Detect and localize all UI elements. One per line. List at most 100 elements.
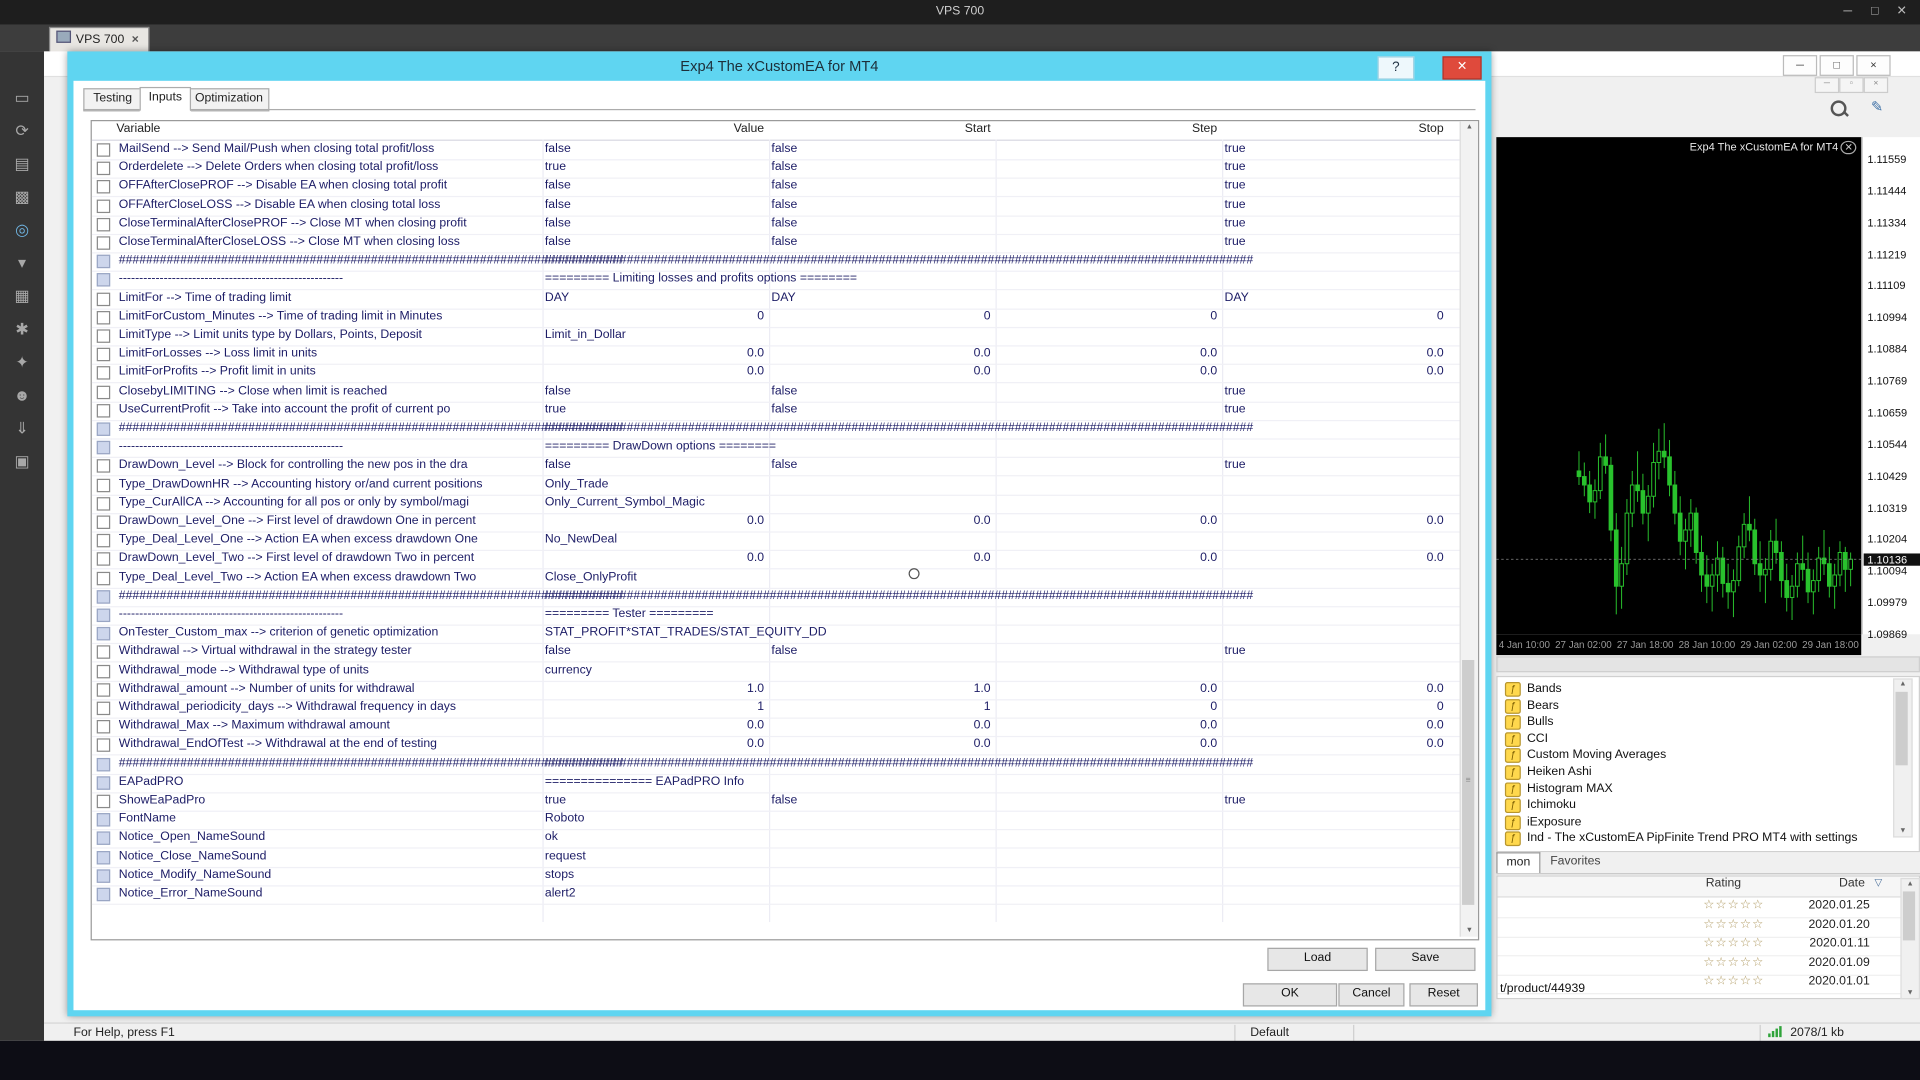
param-row[interactable]: LimitForCustom_Minutes --> Time of tradi… — [91, 308, 1461, 328]
param-row[interactable]: LimitType --> Limit units type by Dollar… — [91, 327, 1461, 347]
market-scrollbar[interactable]: ▲ ▼ — [1900, 877, 1920, 1000]
rating-row[interactable]: ☆☆☆☆☆ 2020.01.11 — [1497, 937, 1902, 957]
rating-row[interactable]: ☆☆☆☆☆ 2020.01.09 — [1497, 956, 1902, 976]
sort-icon[interactable]: ▽ — [1875, 877, 1883, 888]
param-row[interactable]: Withdrawal_amount --> Number of units fo… — [91, 681, 1461, 701]
param-checkbox[interactable] — [96, 496, 111, 511]
param-row[interactable]: MailSend --> Send Mail/Push when closing… — [91, 141, 1461, 161]
gear-icon[interactable]: ✱ — [10, 317, 34, 341]
ok-button[interactable]: OK — [1242, 983, 1338, 1007]
navigator-item[interactable]: ƒ Heiken Ashi — [1504, 765, 1592, 782]
param-checkbox[interactable] — [96, 776, 111, 790]
briefcase-icon[interactable]: ▣ — [10, 449, 34, 473]
param-row[interactable]: ########################################… — [91, 755, 1461, 775]
param-row[interactable]: Withdrawal_EndOfTest --> Withdrawal at t… — [91, 736, 1461, 756]
param-row[interactable]: LimitForLosses --> Loss limit in units 0.… — [91, 346, 1461, 366]
navigator-item[interactable]: ƒ Histogram MAX — [1504, 781, 1613, 799]
clipboard-icon[interactable]: ▤ — [10, 152, 34, 176]
monitor-icon[interactable]: ▭ — [10, 86, 34, 110]
param-checkbox[interactable] — [96, 831, 111, 846]
param-row[interactable]: LimitForProfits --> Profit limit in unit… — [91, 364, 1461, 384]
param-row[interactable]: ----------------------------------------… — [91, 606, 1461, 626]
param-checkbox[interactable] — [96, 441, 111, 455]
scroll-thumb[interactable] — [1902, 891, 1916, 941]
param-checkbox[interactable] — [96, 161, 111, 176]
param-row[interactable]: ########################################… — [91, 420, 1461, 440]
calculator-icon[interactable]: ▦ — [10, 284, 34, 308]
param-checkbox[interactable] — [96, 199, 111, 213]
column-stop[interactable]: Stop — [1224, 122, 1443, 135]
param-checkbox[interactable] — [96, 292, 111, 306]
param-row[interactable]: Type_DrawDownHR --> Accounting history o… — [91, 476, 1461, 496]
param-checkbox[interactable] — [96, 813, 111, 827]
remote-close-button[interactable]: ✕ — [1888, 4, 1915, 21]
param-row[interactable]: Type_Deal_Level_Two --> Action EA when e… — [91, 569, 1461, 589]
param-checkbox[interactable] — [96, 571, 111, 585]
param-row[interactable]: Notice_Open_NameSound ok — [91, 829, 1461, 850]
grid-scrollbar[interactable]: ▲ ≡ ▼ — [1459, 121, 1478, 937]
param-row[interactable]: Withdrawal_periodicity_days --> Withdraw… — [91, 699, 1461, 719]
param-checkbox[interactable] — [96, 720, 111, 734]
chart-restore-button[interactable]: ▫ — [1839, 77, 1864, 94]
param-row[interactable]: DrawDown_Level_One --> First level of dr… — [91, 513, 1461, 533]
param-checkbox[interactable] — [96, 217, 111, 232]
search-icon[interactable] — [1830, 100, 1847, 117]
param-row[interactable]: ########################################… — [91, 252, 1461, 273]
column-date[interactable]: Date — [1839, 877, 1865, 890]
param-row[interactable]: ########################################… — [91, 588, 1461, 608]
param-checkbox[interactable] — [96, 608, 111, 623]
param-checkbox[interactable] — [96, 664, 111, 678]
scroll-down-icon[interactable]: ▼ — [1902, 989, 1919, 996]
scroll-down-icon[interactable]: ▼ — [1461, 927, 1478, 934]
tab-favorites[interactable]: Favorites — [1550, 855, 1600, 868]
param-checkbox[interactable] — [96, 385, 111, 399]
param-checkbox[interactable] — [96, 273, 111, 288]
save-button[interactable]: Save — [1375, 947, 1476, 972]
refresh-icon[interactable]: ⟳ — [10, 119, 34, 143]
param-checkbox[interactable] — [96, 254, 111, 269]
param-checkbox[interactable] — [96, 366, 111, 381]
param-row[interactable]: ----------------------------------------… — [91, 439, 1461, 459]
remote-minimize-button[interactable]: ─ — [1834, 4, 1861, 21]
quill-icon[interactable]: ✎ — [1866, 98, 1888, 118]
column-step[interactable]: Step — [998, 122, 1217, 135]
param-row[interactable]: DrawDown_Level_Two --> First level of dr… — [91, 550, 1461, 570]
tab-inputs[interactable]: Inputs — [139, 86, 192, 112]
param-checkbox[interactable] — [96, 310, 111, 325]
help-button[interactable]: ? — [1377, 56, 1415, 80]
status-profile[interactable]: Default — [1250, 1026, 1289, 1039]
scroll-down-icon[interactable]: ▼ — [1894, 828, 1911, 835]
param-row[interactable]: EAPadPRO =============== EAPadPRO Info — [91, 774, 1461, 794]
tab-optimization[interactable]: Optimization — [188, 88, 270, 112]
rating-row[interactable]: ☆☆☆☆☆ 2020.01.20 — [1497, 918, 1902, 938]
param-checkbox[interactable] — [96, 589, 111, 604]
param-checkbox[interactable] — [96, 515, 111, 529]
param-checkbox[interactable] — [96, 347, 111, 362]
param-checkbox[interactable] — [96, 869, 111, 883]
param-checkbox[interactable] — [96, 534, 111, 548]
param-row[interactable]: ClosebyLIMITING --> Close when limit is … — [91, 383, 1461, 403]
download-icon[interactable]: ⇓ — [10, 416, 34, 440]
chevron-down-icon[interactable]: ▾ — [10, 251, 34, 275]
param-checkbox[interactable] — [96, 850, 111, 864]
param-checkbox[interactable] — [96, 645, 111, 660]
param-row[interactable]: ShowEaPadPro true false true — [91, 792, 1461, 812]
navigator-item[interactable]: ƒ iExposure — [1504, 815, 1581, 832]
navigator-item[interactable]: ƒ Ichimoku — [1504, 798, 1576, 816]
param-row[interactable]: Orderdelete --> Delete Orders when closi… — [91, 159, 1461, 180]
param-checkbox[interactable] — [96, 403, 111, 418]
param-row[interactable]: OnTester_Custom_max --> criterion of gen… — [91, 625, 1461, 645]
price-chart[interactable]: Exp4 The xCustomEA for MT4 ✕ — [1496, 137, 1862, 635]
param-checkbox[interactable] — [96, 459, 111, 474]
param-row[interactable]: Withdrawal --> Virtual withdrawal in the… — [91, 643, 1461, 663]
param-row[interactable]: OFFAfterCloseLOSS --> Disable EA when cl… — [91, 197, 1461, 217]
param-checkbox[interactable] — [96, 701, 111, 716]
user-icon[interactable]: ☻ — [10, 383, 34, 407]
param-checkbox[interactable] — [96, 180, 111, 194]
mt4-close-button[interactable]: × — [1856, 55, 1891, 76]
scroll-up-icon[interactable]: ▲ — [1902, 880, 1919, 887]
navigator-item[interactable]: ƒ Bulls — [1504, 715, 1553, 732]
param-row[interactable]: CloseTerminalAfterClosePROF --> Close MT… — [91, 215, 1461, 235]
layout-icon[interactable]: ▩ — [10, 185, 34, 209]
column-value[interactable]: Value — [545, 122, 764, 135]
